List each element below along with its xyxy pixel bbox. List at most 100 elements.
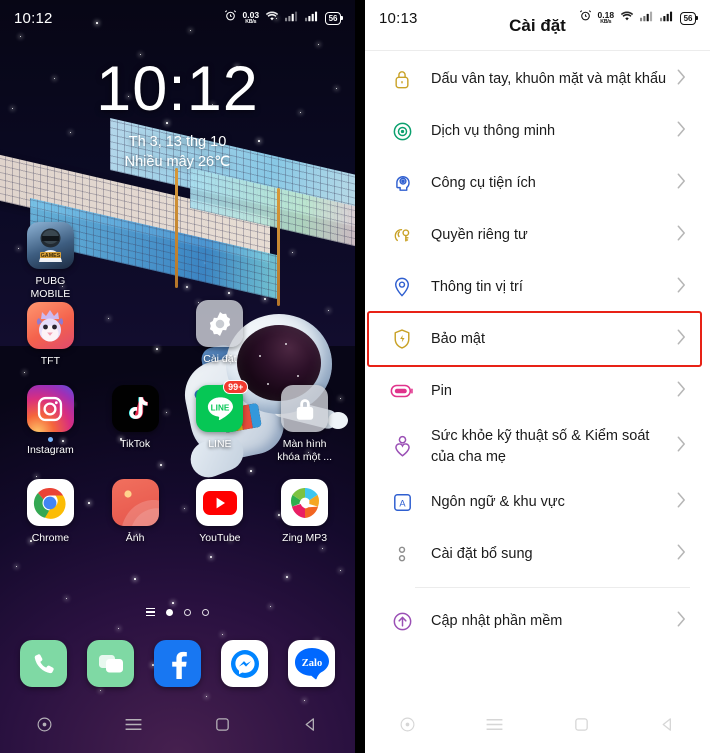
dock-app-phone[interactable] [10, 640, 77, 687]
right-status-bar: 10:13 0.18 KB/s 56 [365, 0, 710, 36]
additional-settings-icon [385, 543, 419, 565]
app-line[interactable]: LINE 99+ LINE [178, 380, 263, 463]
app-tft[interactable]: TFT [8, 301, 93, 368]
square-icon[interactable] [573, 716, 590, 738]
security-shield-icon [385, 328, 419, 350]
square-icon[interactable] [214, 716, 231, 738]
pubg-mobile-app-icon: GAMES [26, 222, 74, 269]
utility-tools-head-icon [385, 172, 419, 194]
signal-bars-icon [285, 9, 299, 27]
settings-item-0[interactable]: Dấu vân tay, khuôn mặt và mật khẩu [365, 53, 710, 105]
battery-indicator: 56 [680, 11, 698, 25]
settings-item-4[interactable]: Thông tin vị trí [365, 261, 710, 313]
app-label: YouTube [199, 532, 241, 545]
svg-text:Zalo: Zalo [301, 658, 321, 669]
title-divider [365, 50, 710, 51]
settings-item-6[interactable]: Pin [365, 365, 710, 417]
network-speed: 0.03 KB/s [243, 11, 260, 25]
wifi-icon [620, 9, 634, 27]
right-phone-settings-screen: 10:13 0.18 KB/s 56 Cài đặt Dấu vân tay, … [365, 0, 710, 753]
app-label: Chrome [31, 532, 70, 545]
circle-dot-icon[interactable] [399, 716, 416, 738]
settings-item-label: Pin [431, 382, 452, 399]
svg-text:A: A [399, 498, 406, 508]
settings-item-5[interactable]: Bảo mật [365, 313, 710, 365]
left-status-bar: 10:12 0.03 KB/s 56 [0, 0, 355, 36]
settings-item-9[interactable]: Cài đặt bổ sung [365, 528, 710, 580]
left-navigation-bar [0, 701, 355, 753]
circle-dot-icon[interactable] [36, 716, 53, 738]
chevron-right-icon [676, 276, 694, 299]
list-separator [415, 587, 690, 589]
chevron-right-icon [676, 68, 694, 91]
language-icon: A [385, 492, 419, 513]
line-app-icon: LINE 99+ [196, 380, 249, 433]
settings-item-10[interactable]: Cập nhật phần mềm [365, 595, 710, 647]
settings-item-7[interactable]: Sức khỏe kỹ thuật số & Kiểm soát của cha… [365, 417, 710, 476]
app-label: Màn hình khóa một ... [277, 438, 333, 463]
app-instagram[interactable]: Instagram [8, 385, 93, 463]
settings-item-label: Cập nhật phần mềm [431, 612, 563, 629]
page-dot[interactable] [202, 608, 209, 616]
page-indicator[interactable] [0, 608, 355, 616]
network-speed-unit: KB/s [600, 18, 612, 25]
page-dot-active[interactable] [166, 608, 173, 616]
right-navigation-bar [365, 701, 710, 753]
privacy-key-icon [385, 225, 419, 245]
messenger-app-icon [221, 640, 268, 687]
dock: Zalo [0, 640, 355, 687]
chevron-right-icon [676, 328, 694, 351]
app-label: LINE [208, 438, 232, 451]
battery-indicator: 56 [325, 11, 343, 25]
photos-app-icon [111, 479, 159, 527]
lock-screen-app-icon [281, 385, 329, 433]
dock-app-facebook[interactable] [144, 640, 211, 687]
app-lock-screen[interactable]: Màn hình khóa một ... [262, 385, 347, 463]
settings-item-1[interactable]: Dịch vụ thông minh [365, 105, 710, 157]
app-slot-empty [93, 302, 178, 368]
clock-time: 10:12 [96, 54, 259, 124]
app-chrome[interactable]: Chrome [8, 479, 93, 545]
triangle-left-icon[interactable] [302, 716, 319, 738]
app-photos[interactable]: Ảnh [93, 479, 178, 545]
dock-app-zalo[interactable]: Zalo [278, 640, 345, 687]
app-notification-dot [47, 437, 53, 443]
hamburger-icon[interactable] [485, 717, 504, 737]
svg-text:GAMES: GAMES [40, 253, 60, 259]
zalo-app-icon: Zalo [288, 640, 335, 687]
app-row: Instagram TikTok LINE 99+ LINE Màn hình … [0, 380, 355, 463]
app-youtube[interactable]: YouTube [178, 479, 263, 545]
chevron-right-icon [676, 172, 694, 195]
clock-date: Th 3, 13 thg 10 [128, 134, 227, 150]
chrome-app-icon [26, 479, 74, 527]
app-zing-mp3[interactable]: Zing MP3 [262, 479, 347, 545]
clock-weather: Nhiều mây 26℃ [124, 154, 231, 170]
settings-item-8[interactable]: A Ngôn ngữ & khu vực [365, 476, 710, 528]
settings-item-3[interactable]: Quyền riêng tư [365, 209, 710, 261]
settings-list: Dấu vân tay, khuôn mặt và mật khẩu Dịch … [365, 53, 710, 647]
settings-app-icon [196, 300, 244, 347]
dock-app-messages[interactable] [77, 640, 144, 687]
settings-item-label: Ngôn ngữ & khu vực [431, 493, 565, 510]
settings-item-label: Công cụ tiện ích [431, 174, 536, 191]
page-list-marker-icon[interactable] [146, 608, 155, 616]
status-time: 10:13 [379, 9, 418, 27]
lock-icon [385, 68, 419, 90]
location-pin-icon [385, 276, 419, 298]
chevron-right-icon [676, 380, 694, 403]
settings-item-label: Thông tin vị trí [431, 278, 523, 295]
page-dot[interactable] [184, 608, 191, 616]
app-row: TFT [0, 301, 355, 368]
phone-app-icon [20, 640, 67, 687]
clock-widget[interactable]: 10:12 Th 3, 13 thg 10 Nhiều mây 26℃ [0, 54, 355, 171]
left-phone-home-screen: 10:12 0.03 KB/s 56 10:12 Th 3, 13 thg 10… [0, 0, 355, 753]
youtube-app-icon [196, 479, 244, 527]
settings-item-2[interactable]: Công cụ tiện ích [365, 157, 710, 209]
settings-item-label: Cài đặt bổ sung [431, 545, 533, 562]
settings-item-label: Dịch vụ thông minh [431, 122, 556, 139]
hamburger-icon[interactable] [124, 717, 143, 737]
network-speed-unit: KB/s [245, 18, 257, 25]
triangle-left-icon[interactable] [659, 716, 676, 738]
app-tiktok[interactable]: TikTok [93, 385, 178, 463]
dock-app-messenger[interactable] [211, 640, 278, 687]
